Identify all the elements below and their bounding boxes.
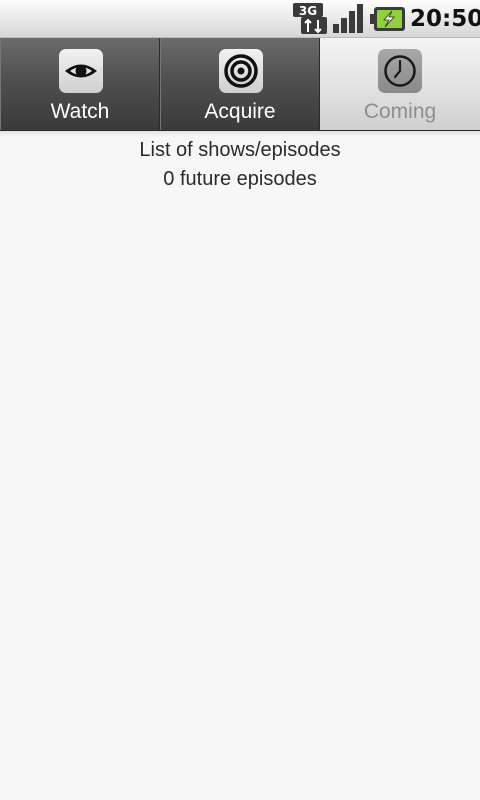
battery-charging-icon: [370, 7, 405, 31]
future-episodes-count: 0 future episodes: [163, 168, 317, 190]
tab-label: Watch: [50, 100, 110, 123]
tab-bar: Watch Acquire Coming: [0, 38, 480, 131]
status-clock: 20:50: [410, 6, 480, 32]
target-icon: [219, 49, 263, 93]
tab-acquire[interactable]: Acquire: [160, 38, 320, 130]
tab-label: Acquire: [204, 100, 276, 123]
clock-icon: [378, 49, 422, 93]
tab-coming[interactable]: Coming: [320, 38, 480, 130]
status-bar: 3G 20:50: [0, 0, 480, 38]
network-type-text: 3G: [299, 4, 317, 18]
3g-data-icon: 3G: [293, 3, 327, 34]
tab-watch[interactable]: Watch: [0, 38, 160, 130]
coming-episodes-panel: List of shows/episodes 0 future episodes: [0, 136, 480, 194]
signal-strength-icon: [333, 4, 363, 33]
list-heading: List of shows/episodes: [139, 139, 341, 161]
tab-label: Coming: [363, 100, 437, 123]
eye-icon: [59, 49, 103, 93]
